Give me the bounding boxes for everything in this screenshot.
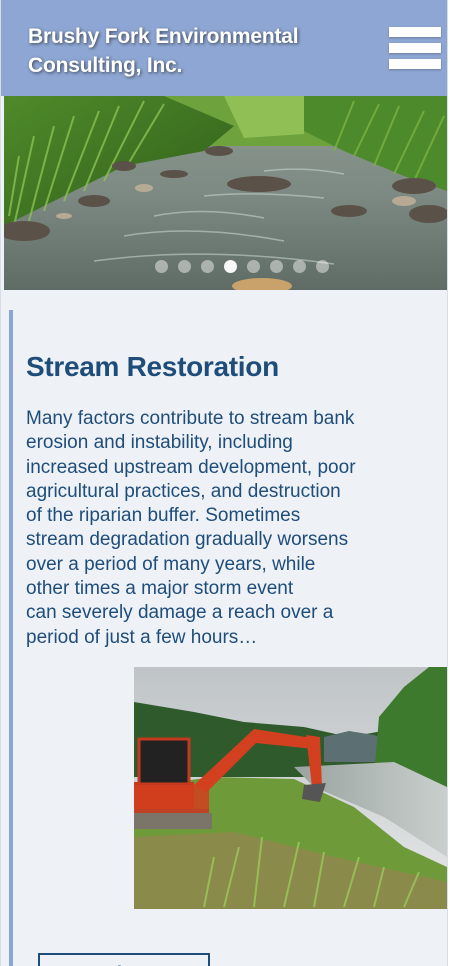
section-body: Many factors contribute to stream bank e… [26, 408, 356, 648]
slider-dot-6[interactable] [270, 260, 283, 273]
slider-dot-8[interactable] [316, 260, 329, 273]
slider-dot-2[interactable] [178, 260, 191, 273]
page-frame: Brushy Fork Environmental Consulting, In… [0, 0, 448, 966]
menu-bar-middle [389, 43, 441, 53]
excavator-photo [134, 667, 447, 909]
hero-slider[interactable] [4, 96, 447, 290]
section-title: Stream Restoration [26, 351, 279, 382]
menu-bar-bottom [389, 59, 441, 69]
slider-dot-3[interactable] [201, 260, 214, 273]
slider-dots [4, 260, 447, 274]
site-header: Brushy Fork Environmental Consulting, In… [1, 0, 447, 96]
slider-dot-7[interactable] [293, 260, 306, 273]
hamburger-menu-icon[interactable] [389, 27, 441, 71]
slider-dot-5[interactable] [247, 260, 260, 273]
slider-dot-1[interactable] [155, 260, 168, 273]
site-title[interactable]: Brushy Fork Environmental Consulting, In… [28, 22, 358, 80]
menu-bar-top [389, 27, 441, 37]
slider-dot-4[interactable] [224, 260, 237, 273]
read-more-button[interactable]: Read More [38, 953, 210, 966]
content-accent-rule [9, 310, 13, 966]
